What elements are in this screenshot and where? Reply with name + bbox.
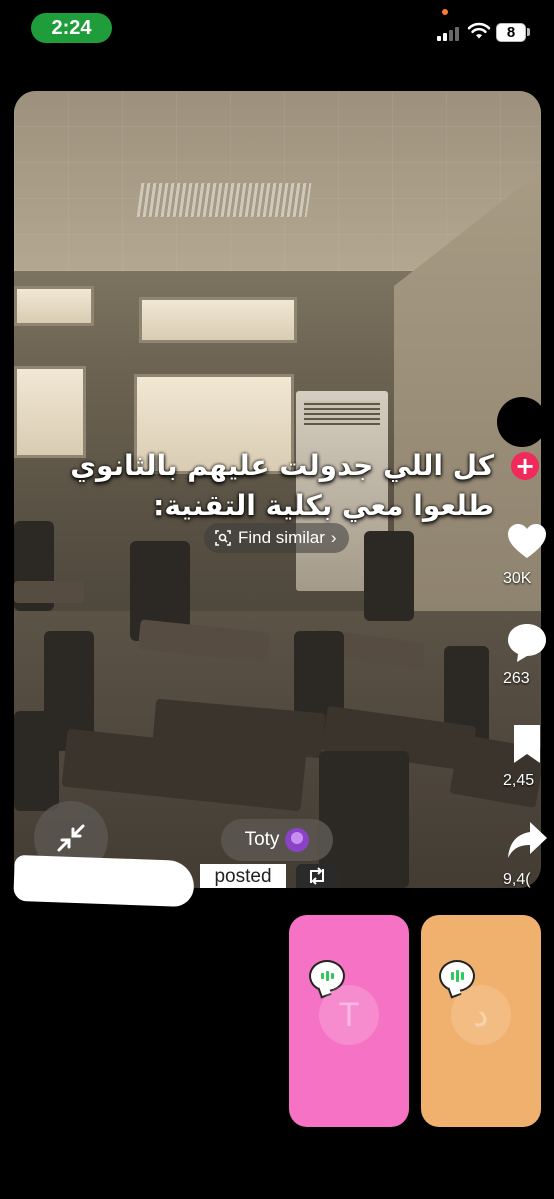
participant-avatar: د: [451, 985, 511, 1045]
caption-line-1: كل اللي جدولت عليهم بالثانوي: [70, 449, 494, 482]
cellular-signal-icon: [437, 25, 461, 41]
classroom-desk: [14, 581, 84, 603]
ceiling-vent: [136, 183, 312, 217]
find-similar-button[interactable]: Find similar ›: [204, 523, 349, 553]
chevron-right-icon: ›: [330, 528, 337, 547]
likes-count: 30K: [503, 570, 532, 587]
participant-tile[interactable]: T: [289, 915, 409, 1127]
classroom-window: [14, 366, 86, 458]
caption-line-2: طلعوا معي بكلية التقنية:: [153, 489, 494, 522]
author-name: Toty: [244, 829, 280, 850]
repost-icon: [310, 867, 324, 885]
collapse-arrows-icon: [57, 824, 85, 852]
video-caption: كل اللي جدولت عليهم بالثانوي طلعوا معي ب…: [24, 446, 494, 526]
follow-plus-button[interactable]: +: [511, 452, 539, 480]
image-search-icon: [215, 530, 231, 546]
comments-count: 263: [503, 670, 530, 687]
battery-nub: [527, 28, 530, 36]
classroom-chair: [14, 711, 59, 811]
share-icon[interactable]: [505, 818, 549, 862]
posted-label: posted: [200, 864, 286, 888]
comment-icon[interactable]: [505, 620, 549, 664]
classroom-chair: [364, 531, 414, 621]
redacted-username: [13, 854, 195, 908]
author-tag[interactable]: Toty: [221, 819, 333, 861]
participant-tile[interactable]: د: [421, 915, 541, 1127]
saves-count: 2,45: [503, 772, 535, 789]
shares-count: 9,4(: [503, 871, 531, 888]
classroom-window: [14, 286, 94, 326]
status-time[interactable]: 2:24: [31, 13, 112, 43]
privacy-indicator-dot: [442, 9, 448, 15]
battery-indicator: 8: [496, 23, 526, 42]
wifi-icon: [467, 22, 491, 39]
person-emoji-icon: [285, 828, 310, 852]
bookmark-icon[interactable]: [505, 722, 549, 766]
creator-avatar[interactable]: [497, 397, 547, 447]
classroom-window: [139, 297, 297, 343]
heart-icon[interactable]: [505, 520, 549, 564]
video-player[interactable]: كل اللي جدولت عليهم بالثانوي طلعوا معي ب…: [14, 91, 541, 888]
repost-button[interactable]: [296, 864, 338, 888]
find-similar-label: Find similar: [238, 528, 325, 547]
participant-avatar: T: [319, 985, 379, 1045]
